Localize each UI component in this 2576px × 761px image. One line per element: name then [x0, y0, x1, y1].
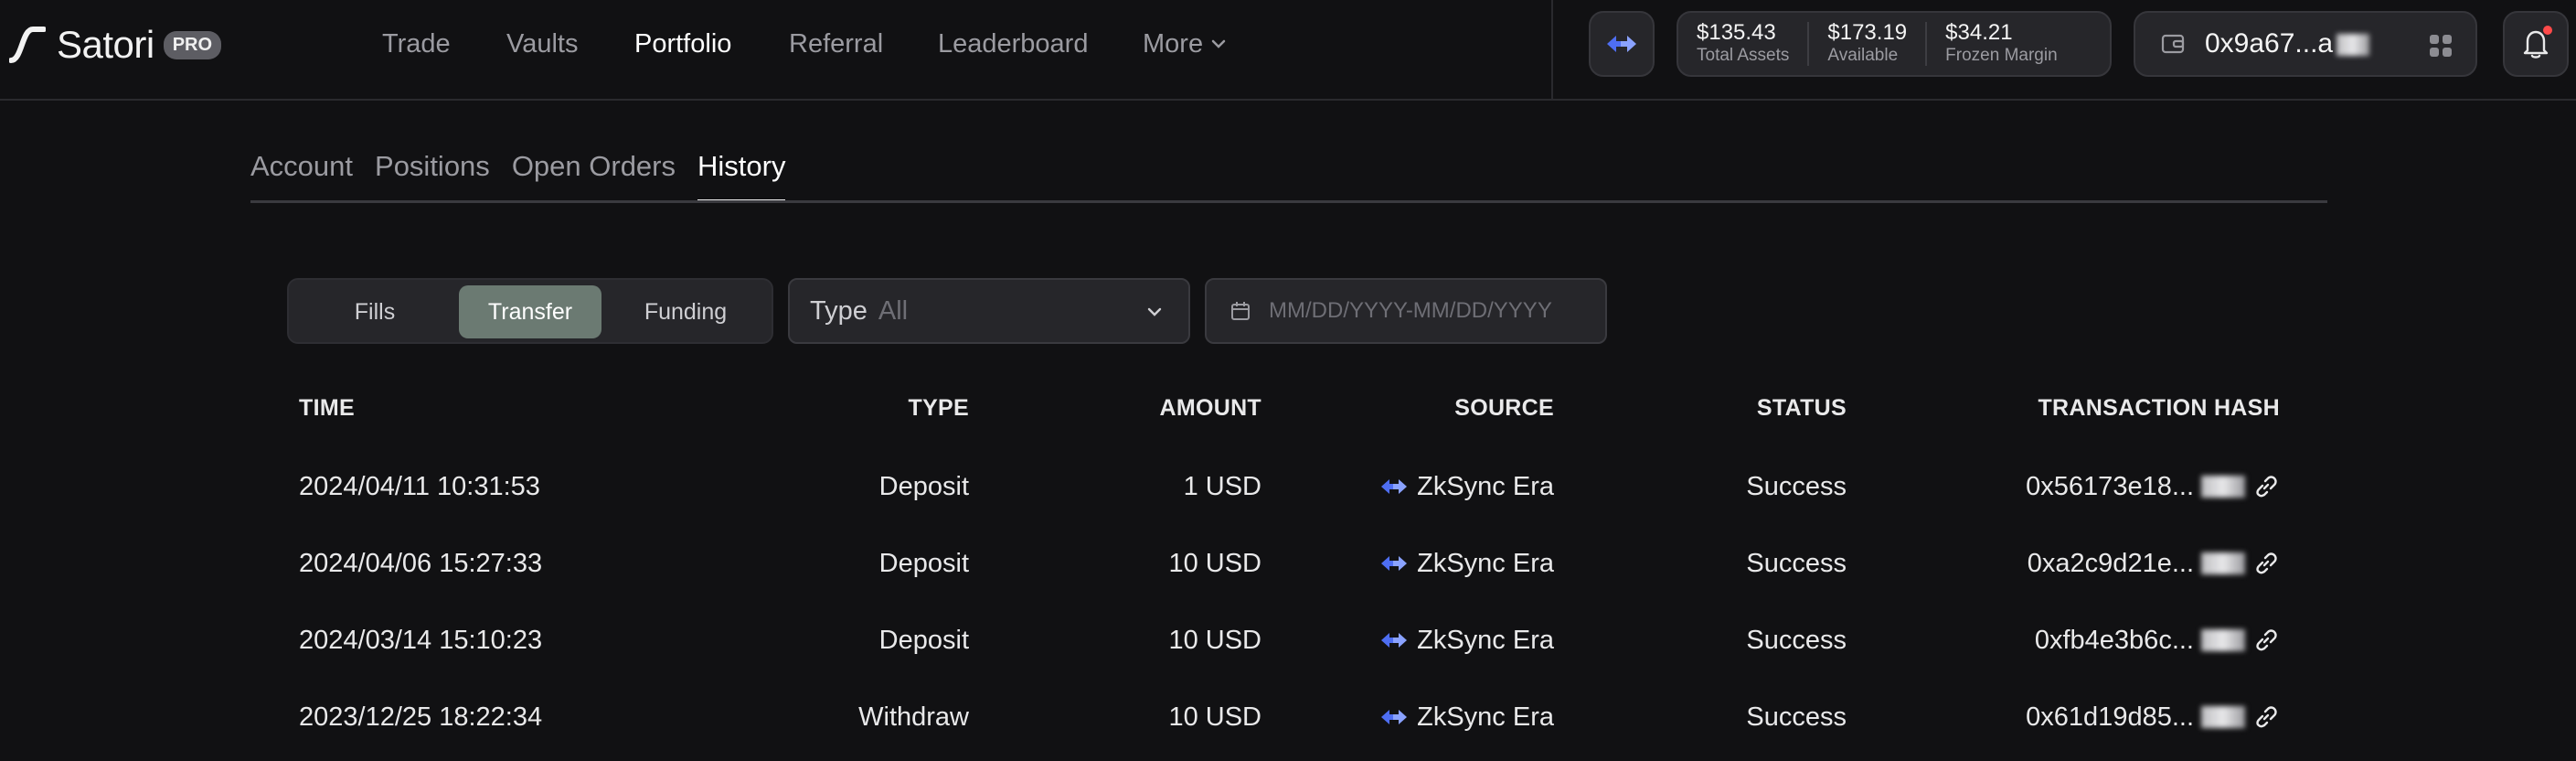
nav-trade[interactable]: Trade: [382, 26, 451, 62]
header-transaction-hash: TRANSACTION HASH: [2038, 395, 2280, 421]
wallet-icon: [2161, 34, 2185, 54]
total-assets: $135.43 Total Assets: [1678, 20, 1807, 66]
cell-status: Success: [1746, 472, 1847, 501]
tab-open-orders[interactable]: Open Orders: [512, 146, 676, 203]
cell-status: Success: [1746, 702, 1847, 732]
table-row: 2023/12/25 18:22:34 Withdraw 10 USD ZkSy…: [0, 679, 2576, 756]
cell-source: ZkSync Era: [1380, 525, 1554, 602]
transaction-hash[interactable]: 0xa2c9d21e...: [2028, 525, 2194, 602]
tab-account[interactable]: Account: [250, 146, 353, 203]
cell-source: ZkSync Era: [1380, 679, 1554, 756]
portfolio-tabs: Account Positions Open Orders History: [250, 146, 807, 203]
chevron-down-icon: [1211, 39, 1226, 48]
header-type: TYPE: [908, 395, 969, 421]
logo[interactable]: Satori PRO: [9, 22, 222, 68]
nav-portfolio[interactable]: Portfolio: [634, 26, 731, 62]
cell-transaction-hash: 0xfb4e3b6c...: [2035, 602, 2280, 679]
available-label: Available: [1827, 46, 1899, 65]
bridge-button[interactable]: [1589, 11, 1655, 77]
nav-referral[interactable]: Referral: [789, 26, 883, 62]
external-link-icon[interactable]: [2252, 473, 2280, 500]
segment-funding[interactable]: Funding: [605, 285, 766, 338]
cell-type: Withdraw: [858, 702, 969, 732]
table-row: 2024/03/14 15:10:23 Deposit 10 USD ZkSyn…: [0, 602, 2576, 679]
header-amount: AMOUNT: [1159, 395, 1261, 421]
table-row: 2024/04/06 15:27:33 Deposit 10 USD ZkSyn…: [0, 525, 2576, 602]
date-range-input[interactable]: [1269, 298, 1561, 324]
pro-badge: PRO: [163, 30, 222, 59]
cell-type: Deposit: [878, 549, 969, 578]
chevron-down-icon: [1147, 307, 1162, 316]
table-row: 2024/04/11 10:31:53 Deposit 1 USD ZkSync…: [0, 448, 2576, 525]
cell-amount: 10 USD: [1168, 702, 1261, 732]
satori-logo-icon: [9, 27, 46, 63]
header-time: TIME: [299, 395, 355, 421]
type-select-value: All: [878, 295, 909, 326]
tab-positions[interactable]: Positions: [375, 146, 490, 203]
cell-time: 2023/12/25 18:22:34: [299, 702, 543, 732]
cell-time: 2024/03/14 15:10:23: [299, 626, 543, 655]
nav-leaderboard[interactable]: Leaderboard: [938, 26, 1088, 62]
zksync-icon: [1381, 479, 1408, 494]
external-link-icon[interactable]: [2252, 550, 2280, 577]
segment-fills[interactable]: Fills: [294, 285, 455, 338]
nav-divider: [1551, 0, 1553, 101]
transaction-hash[interactable]: 0x56173e18...: [2026, 448, 2194, 525]
cell-type: Deposit: [878, 472, 969, 501]
source-name: ZkSync Era: [1417, 472, 1554, 501]
nav-more[interactable]: More: [1143, 26, 1227, 62]
cell-transaction-hash: 0x61d19d85...: [2026, 679, 2280, 756]
frozen-margin: $34.21 Frozen Margin: [1925, 20, 2076, 66]
header-status: STATUS: [1756, 395, 1847, 421]
segment-transfer[interactable]: Transfer: [459, 285, 601, 338]
notifications-button[interactable]: [2503, 11, 2569, 77]
cell-transaction-hash: 0x56173e18...: [2026, 448, 2280, 525]
frozen-margin-label: Frozen Margin: [1945, 46, 2058, 65]
total-assets-label: Total Assets: [1697, 46, 1790, 65]
cell-source: ZkSync Era: [1380, 602, 1554, 679]
cell-amount: 10 USD: [1168, 549, 1261, 578]
cell-type: Deposit: [878, 626, 969, 655]
cell-time: 2024/04/11 10:31:53: [299, 472, 540, 501]
cell-amount: 10 USD: [1168, 626, 1261, 655]
transaction-hash[interactable]: 0xfb4e3b6c...: [2035, 602, 2194, 679]
source-name: ZkSync Era: [1417, 702, 1554, 732]
wallet-button[interactable]: 0x9a67...a: [2134, 11, 2477, 77]
wallet-address: 0x9a67...a: [2205, 28, 2370, 59]
tabs-divider: [250, 200, 2327, 203]
nav-vaults[interactable]: Vaults: [506, 26, 578, 62]
available-value: $173.19: [1827, 20, 1908, 45]
cell-source: ZkSync Era: [1380, 448, 1554, 525]
cell-status: Success: [1746, 549, 1847, 578]
history-segment-control: Fills Transfer Funding: [287, 278, 773, 344]
cell-transaction-hash: 0xa2c9d21e...: [2028, 525, 2280, 602]
zksync-icon: [1381, 633, 1408, 648]
cell-amount: 1 USD: [1183, 472, 1261, 501]
transaction-hash[interactable]: 0x61d19d85...: [2026, 679, 2194, 756]
zksync-bridge-icon: [1607, 36, 1636, 52]
nav-more-label: More: [1143, 29, 1204, 59]
frozen-margin-value: $34.21: [1945, 20, 2013, 45]
source-name: ZkSync Era: [1417, 549, 1554, 578]
top-navigation-bar: Satori PRO Trade Vaults Portfolio Referr…: [0, 0, 2576, 101]
header-source: SOURCE: [1454, 395, 1554, 421]
external-link-icon[interactable]: [2252, 627, 2280, 654]
brand-name: Satori: [57, 23, 154, 66]
cell-time: 2024/04/06 15:27:33: [299, 549, 543, 578]
available-balance: $173.19 Available: [1807, 20, 1925, 66]
zksync-icon: [1381, 710, 1408, 724]
notification-dot: [2543, 26, 2552, 35]
grid-menu-icon[interactable]: [2428, 33, 2454, 59]
zksync-icon: [1381, 556, 1408, 571]
source-name: ZkSync Era: [1417, 626, 1554, 655]
external-link-icon[interactable]: [2252, 703, 2280, 731]
calendar-icon: [1231, 302, 1250, 320]
date-range-picker[interactable]: [1205, 278, 1607, 344]
account-summary[interactable]: $135.43 Total Assets $173.19 Available $…: [1677, 11, 2112, 77]
type-select-label: Type: [810, 295, 868, 326]
type-select[interactable]: Type All: [788, 278, 1190, 344]
tab-history[interactable]: History: [697, 146, 786, 203]
total-assets-value: $135.43: [1697, 20, 1776, 45]
cell-status: Success: [1746, 626, 1847, 655]
